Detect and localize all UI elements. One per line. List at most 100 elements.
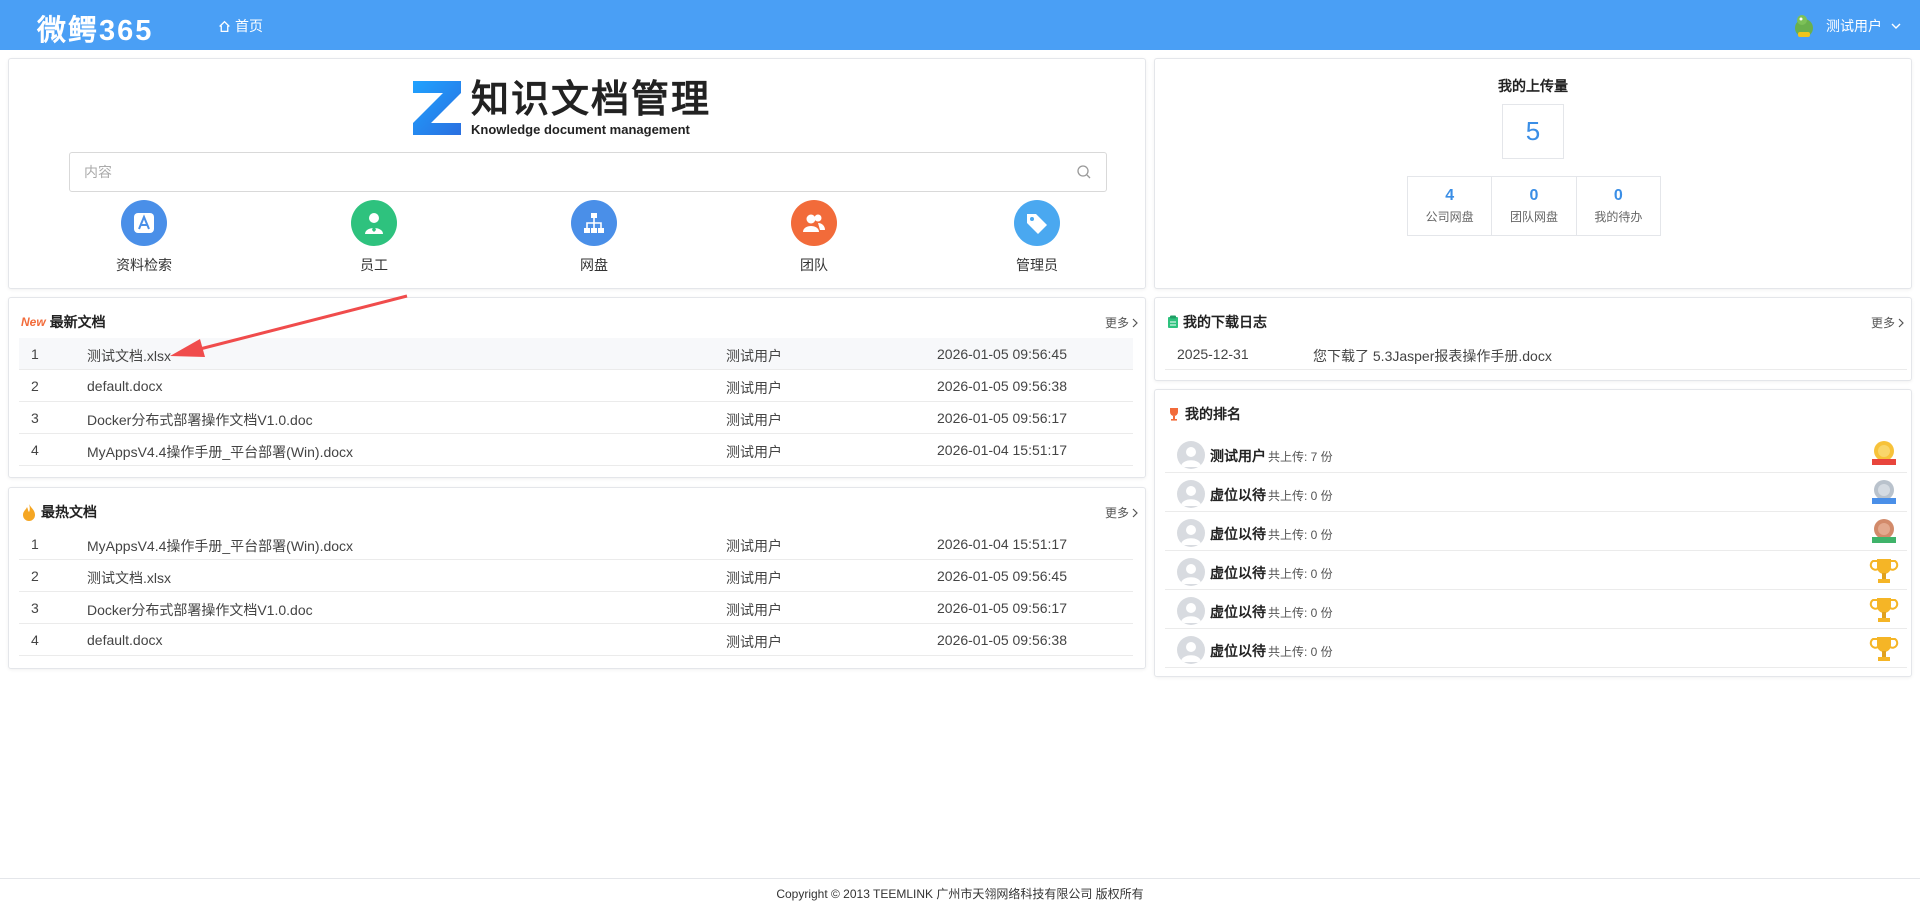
table-row[interactable]: 4 default.docx 测试用户 2026-01-05 09:56:38 [19,624,1133,656]
rank-name: 虚位以待 [1210,526,1266,542]
trophy-icon [1869,598,1899,622]
doc-uploader: 测试用户 [726,348,782,364]
row-index: 4 [31,632,39,648]
table-row[interactable]: 2 default.docx 测试用户 2026-01-05 09:56:38 [19,370,1133,402]
download-more-link[interactable]: 更多 [1871,314,1905,331]
doc-date: 2026-01-05 09:56:17 [937,600,1067,616]
download-log-title: 我的下载日志 [1183,314,1267,330]
stat-team-disk[interactable]: 0 团队网盘 [1492,177,1577,235]
stat-value: 4 [1445,187,1455,204]
doc-uploader: 测试用户 [726,444,782,460]
latest-docs-card: New 最新文档 更多 1 测试文档.xlsx 测试用户 2026-01-05 … [8,297,1146,478]
avatar [1177,441,1205,469]
row-index: 3 [31,600,39,616]
hottest-more-link[interactable]: 更多 [1105,504,1139,521]
ranking-card: 我的排名 测试用户 共上传: 7 份 虚位以待 共上传: 0 份 虚位以待 共上… [1154,389,1912,677]
ranking-header: 我的排名 [1167,404,1241,424]
rank-row[interactable]: 测试用户 共上传: 7 份 [1165,434,1907,473]
table-row[interactable]: 4 MyAppsV4.4操作手册_平台部署(Win).docx 测试用户 202… [19,434,1133,466]
stat-value: 0 [1613,187,1623,204]
hottest-docs-list: 1 MyAppsV4.4操作手册_平台部署(Win).docx 测试用户 202… [19,528,1133,656]
row-index: 1 [31,536,39,552]
doc-uploader: 测试用户 [726,570,782,586]
quick-item-employee[interactable]: 员工 [314,200,434,275]
list-item[interactable]: 2025-12-31 您下载了 5.3Jasper报表操作手册.docx [1165,338,1907,370]
doc-name-link[interactable]: 测试文档.xlsx [87,346,171,366]
quick-item-search[interactable]: 资料检索 [84,200,204,275]
more-label: 更多 [1104,506,1129,520]
rank-name: 虚位以待 [1210,487,1266,503]
doc-name-link[interactable]: MyAppsV4.4操作手册_平台部署(Win).docx [87,536,353,556]
employee-icon [351,200,397,246]
doc-date: 2026-01-05 09:56:38 [937,632,1067,648]
org-tree-icon [571,200,617,246]
quick-item-label: 员工 [360,257,388,273]
ranking-title: 我的排名 [1185,406,1241,422]
rank-row[interactable]: 虚位以待 共上传: 0 份 [1165,629,1907,668]
footer-divider [0,878,1920,879]
row-index: 2 [31,568,39,584]
doc-name-link[interactable]: Docker分布式部署操作文档V1.0.doc [87,410,313,430]
search-field[interactable] [69,152,1107,192]
doc-date: 2026-01-05 09:56:45 [937,568,1067,584]
quick-item-netdisk[interactable]: 网盘 [534,200,654,275]
user-avatar-icon [1795,15,1813,37]
rank-row[interactable]: 虚位以待 共上传: 0 份 [1165,473,1907,512]
table-row[interactable]: 1 MyAppsV4.4操作手册_平台部署(Win).docx 测试用户 202… [19,528,1133,560]
stat-my-todo[interactable]: 0 我的待办 [1577,177,1660,235]
search-icon[interactable] [1076,164,1092,180]
quick-item-label: 资料检索 [116,257,172,273]
avatar [1177,519,1205,547]
quick-item-label: 网盘 [580,257,608,273]
trophy-icon [1170,408,1178,421]
doc-name-link[interactable]: Docker分布式部署操作文档V1.0.doc [87,600,313,620]
table-row[interactable]: 3 Docker分布式部署操作文档V1.0.doc 测试用户 2026-01-0… [19,592,1133,624]
download-log-card: 我的下载日志 更多 2025-12-31 您下载了 5.3Jasper报表操作手… [1154,297,1912,381]
rank-count: 共上传: 0 份 [1268,528,1333,542]
rank-row[interactable]: 虚位以待 共上传: 0 份 [1165,512,1907,551]
doc-date: 2026-01-05 09:56:17 [937,410,1067,426]
footer-copyright: Copyright © 2013 TEEMLINK 广州市天翎网络科技有限公司 … [776,887,1144,901]
row-index: 2 [31,378,39,394]
avatar [1177,636,1205,664]
avatar [1177,558,1205,586]
doc-name-link[interactable]: 测试文档.xlsx [87,568,171,588]
rank-name: 测试用户 [1210,448,1266,464]
team-icon [791,200,837,246]
chevron-down-icon [1891,23,1901,29]
doc-name-link[interactable]: default.docx [87,632,163,648]
rank-name: 虚位以待 [1210,643,1266,659]
avatar [1177,480,1205,508]
log-text[interactable]: 您下载了 5.3Jasper报表操作手册.docx [1313,346,1552,366]
brand-logo[interactable]: 微鳄365 [37,7,153,49]
nav-home[interactable]: 首页 [218,16,263,36]
bronze-medal-icon [1872,519,1896,543]
doc-name-link[interactable]: MyAppsV4.4操作手册_平台部署(Win).docx [87,442,353,462]
user-menu[interactable]: 测试用户 [1790,12,1902,40]
quick-item-admin[interactable]: 管理员 [977,200,1097,275]
search-input[interactable] [70,153,1050,191]
quick-item-team[interactable]: 团队 [754,200,874,275]
table-row[interactable]: 1 测试文档.xlsx 测试用户 2026-01-05 09:56:45 [19,338,1133,370]
rank-row[interactable]: 虚位以待 共上传: 0 份 [1165,590,1907,629]
table-row[interactable]: 3 Docker分布式部署操作文档V1.0.doc 测试用户 2026-01-0… [19,402,1133,434]
gold-medal-icon [1872,441,1896,465]
doc-date: 2026-01-04 15:51:17 [937,442,1067,458]
trophy-icon [1869,637,1899,661]
z-logo-icon [413,81,461,135]
kdm-title: 知识文档管理 [471,78,712,121]
home-icon [219,20,230,32]
clipboard-icon [1168,315,1178,328]
doc-name-link[interactable]: default.docx [87,378,163,394]
upload-stats: 4 公司网盘 0 团队网盘 0 我的待办 [1407,176,1661,236]
latest-docs-list: 1 测试文档.xlsx 测试用户 2026-01-05 09:56:45 2 d… [19,338,1133,466]
rank-row[interactable]: 虚位以待 共上传: 0 份 [1165,551,1907,590]
stat-company-disk[interactable]: 4 公司网盘 [1408,177,1493,235]
rank-count: 共上传: 0 份 [1268,489,1333,503]
fire-icon [23,504,35,521]
latest-more-link[interactable]: 更多 [1105,314,1139,331]
rank-name: 虚位以待 [1210,604,1266,620]
latest-docs-title: 最新文档 [49,314,106,330]
rank-count: 共上传: 0 份 [1268,567,1333,581]
table-row[interactable]: 2 测试文档.xlsx 测试用户 2026-01-05 09:56:45 [19,560,1133,592]
